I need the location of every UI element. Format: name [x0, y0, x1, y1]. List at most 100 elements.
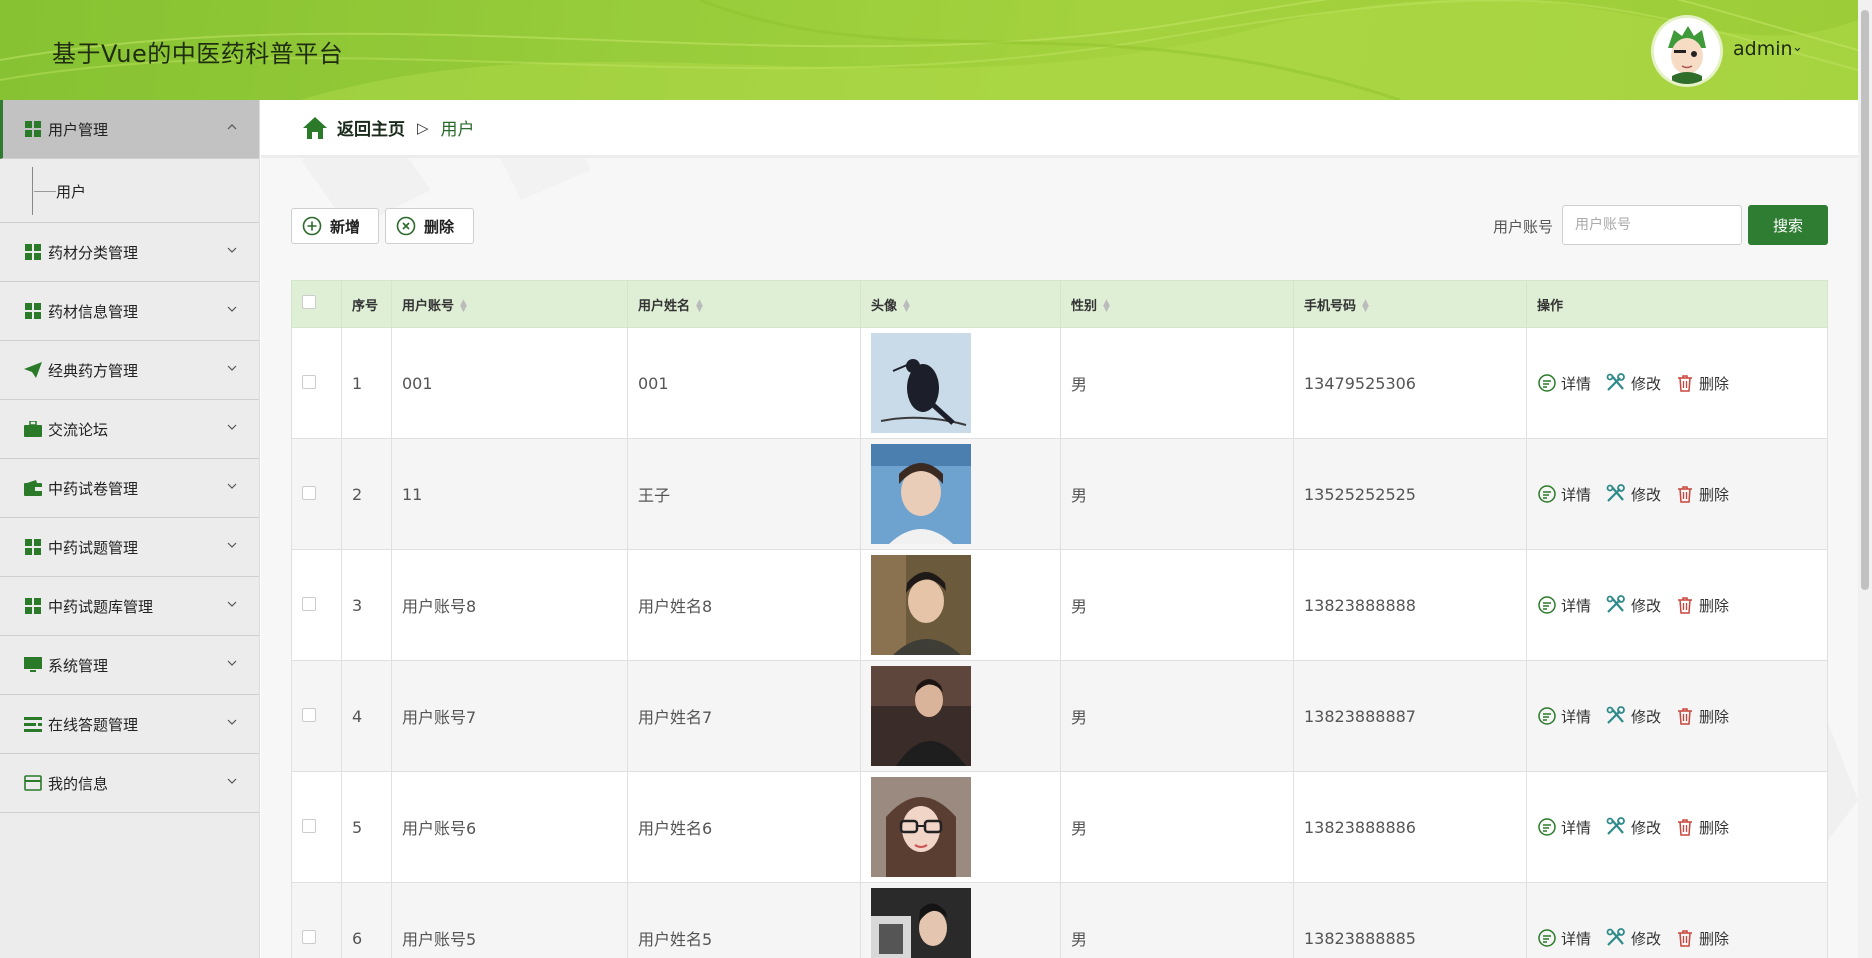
edit-button[interactable]: 修改 [1605, 373, 1661, 394]
sidebar-item-label: 药材信息管理 [48, 302, 139, 321]
detail-button[interactable]: 详情 [1537, 706, 1591, 727]
sort-icon[interactable]: ▲ ▼ [460, 299, 467, 314]
header-name[interactable]: 用户姓名 ▲ ▼ [627, 280, 861, 328]
cell-avatar [860, 771, 1061, 883]
sort-icon[interactable]: ▲ ▼ [1103, 299, 1110, 314]
edit-button[interactable]: 修改 [1605, 484, 1661, 505]
row-checkbox[interactable] [302, 929, 316, 944]
top-header: 基于Vue的中医药科普平台 admin ⌄ [0, 0, 1858, 100]
select-all-checkbox[interactable] [302, 295, 316, 309]
row-checkbox[interactable] [302, 818, 316, 833]
app-title: 基于Vue的中医药科普平台 [52, 40, 344, 68]
delete-button[interactable]: 删除 [1675, 595, 1729, 616]
header-account[interactable]: 用户账号 ▲ ▼ [391, 280, 628, 328]
row-checkbox[interactable] [302, 374, 316, 389]
detail-label: 详情 [1561, 929, 1592, 948]
sidebar-item[interactable]: 中药试题库管理 [0, 577, 259, 636]
add-button[interactable]: 新增 [291, 208, 379, 244]
header-gender-label: 性别 [1071, 298, 1098, 314]
detail-button[interactable]: 详情 [1537, 928, 1591, 949]
row-select-cell[interactable] [291, 327, 342, 439]
search-input[interactable] [1562, 205, 1742, 245]
header-phone[interactable]: 手机号码 ▲ ▼ [1293, 280, 1527, 328]
grid-icon [24, 538, 42, 556]
sidebar-item[interactable]: 在线答题管理 [0, 695, 259, 754]
trash-icon [1678, 486, 1693, 503]
header-gender[interactable]: 性别 ▲ ▼ [1060, 280, 1294, 328]
search-button[interactable]: 搜索 [1748, 205, 1828, 245]
sidebar-item[interactable]: 药材分类管理 [0, 223, 259, 282]
sidebar-item[interactable]: 交流论坛 [0, 400, 259, 459]
sidebar-item-label: 经典药方管理 [48, 361, 139, 380]
cell-actions: 详情 修改 删除 [1526, 549, 1828, 661]
user-table: 序号 用户账号 ▲ ▼ 用户姓名 ▲ ▼ 头像 ▲ ▼ 性别 ▲ ▼ 手机号码 ▲ ▼ 操作 1 00… [291, 280, 1828, 958]
row-checkbox[interactable] [302, 707, 316, 722]
user-photo [871, 666, 971, 766]
delete-button[interactable]: 删除 [1675, 928, 1729, 949]
detail-button[interactable]: 详情 [1537, 484, 1591, 505]
chevron-down-icon[interactable]: ⌄ [1792, 40, 1803, 55]
home-icon[interactable] [301, 115, 329, 141]
edit-button[interactable]: 修改 [1605, 817, 1661, 838]
delete-button[interactable]: 删除 [1675, 373, 1729, 394]
main-content: 返回主页 ▷ 用户 新增 删除 用户账号 搜索 序号 用户账号 ▲▼ 用户姓名 ▲▼… [261, 100, 1858, 958]
chevron-up-icon [227, 124, 237, 130]
trash-icon [1678, 708, 1693, 725]
delete-label: 删除 [1699, 707, 1730, 726]
sidebar-item[interactable]: 系统管理 [0, 636, 259, 695]
sidebar-item[interactable]: 中药试卷管理 [0, 459, 259, 518]
sort-icon[interactable]: ▲ ▼ [903, 299, 910, 314]
header-avatar[interactable]: 头像 ▲ ▼ [860, 280, 1061, 328]
select-all-header[interactable] [291, 280, 342, 328]
search-label: 用户账号 [1493, 218, 1554, 236]
row-checkbox[interactable] [302, 485, 316, 500]
row-select-cell[interactable] [291, 438, 342, 550]
sidebar-item[interactable]: 药材信息管理 [0, 282, 259, 341]
edit-button[interactable]: 修改 [1605, 595, 1661, 616]
header-avatar-label: 头像 [871, 298, 898, 314]
sort-icon[interactable]: ▲ ▼ [1362, 299, 1369, 314]
user-photo [871, 888, 971, 958]
table-row: 2 11 王子 男 13525252525 详情 修改 删除 [291, 438, 1828, 550]
sidebar-item[interactable]: 经典药方管理 [0, 341, 259, 400]
delete-button[interactable]: 删除 [1675, 706, 1729, 727]
delete-button[interactable]: 删除 [1675, 817, 1729, 838]
chevron-down-icon [227, 483, 237, 489]
batch-delete-button[interactable]: 删除 [385, 208, 474, 244]
edit-label: 修改 [1631, 818, 1662, 837]
username-dropdown[interactable]: admin [1733, 38, 1793, 60]
detail-button[interactable]: 详情 [1537, 817, 1591, 838]
cell-name: 用户姓名7 [627, 660, 861, 772]
sidebar-item[interactable]: 用户管理 [0, 100, 259, 159]
page-scrollbar[interactable] [1858, 0, 1872, 958]
sidebar-subitem[interactable]: 用户 [0, 159, 259, 223]
delete-button[interactable]: 删除 [1675, 484, 1729, 505]
cell-gender: 男 [1060, 771, 1294, 883]
sidebar-item-label: 我的信息 [48, 774, 109, 793]
row-select-cell[interactable] [291, 549, 342, 661]
cell-actions: 详情 修改 删除 [1526, 438, 1828, 550]
sidebar-item[interactable]: 我的信息 [0, 754, 259, 813]
detail-button[interactable]: 详情 [1537, 595, 1591, 616]
row-checkbox[interactable] [302, 596, 316, 611]
sidebar-item[interactable]: 中药试题管理 [0, 518, 259, 577]
edit-button[interactable]: 修改 [1605, 706, 1661, 727]
cell-actions: 详情 修改 删除 [1526, 882, 1828, 958]
scrollbar-thumb[interactable] [1861, 10, 1869, 590]
edit-button[interactable]: 修改 [1605, 928, 1661, 949]
cell-account: 用户账号8 [391, 549, 628, 661]
user-photo [871, 555, 971, 655]
row-select-cell[interactable] [291, 882, 342, 958]
detail-button[interactable]: 详情 [1537, 373, 1591, 394]
user-avatar[interactable] [1654, 18, 1720, 84]
plus-circle-icon [302, 216, 322, 236]
user-photo [871, 777, 971, 877]
row-select-cell[interactable] [291, 771, 342, 883]
breadcrumb-current: 用户 [440, 120, 475, 140]
user-photo [871, 333, 971, 433]
breadcrumb-home-link[interactable]: 返回主页 [337, 115, 405, 140]
card-icon [24, 774, 42, 792]
sort-icon[interactable]: ▲ ▼ [696, 299, 703, 314]
detail-icon [1538, 374, 1556, 392]
row-select-cell[interactable] [291, 660, 342, 772]
